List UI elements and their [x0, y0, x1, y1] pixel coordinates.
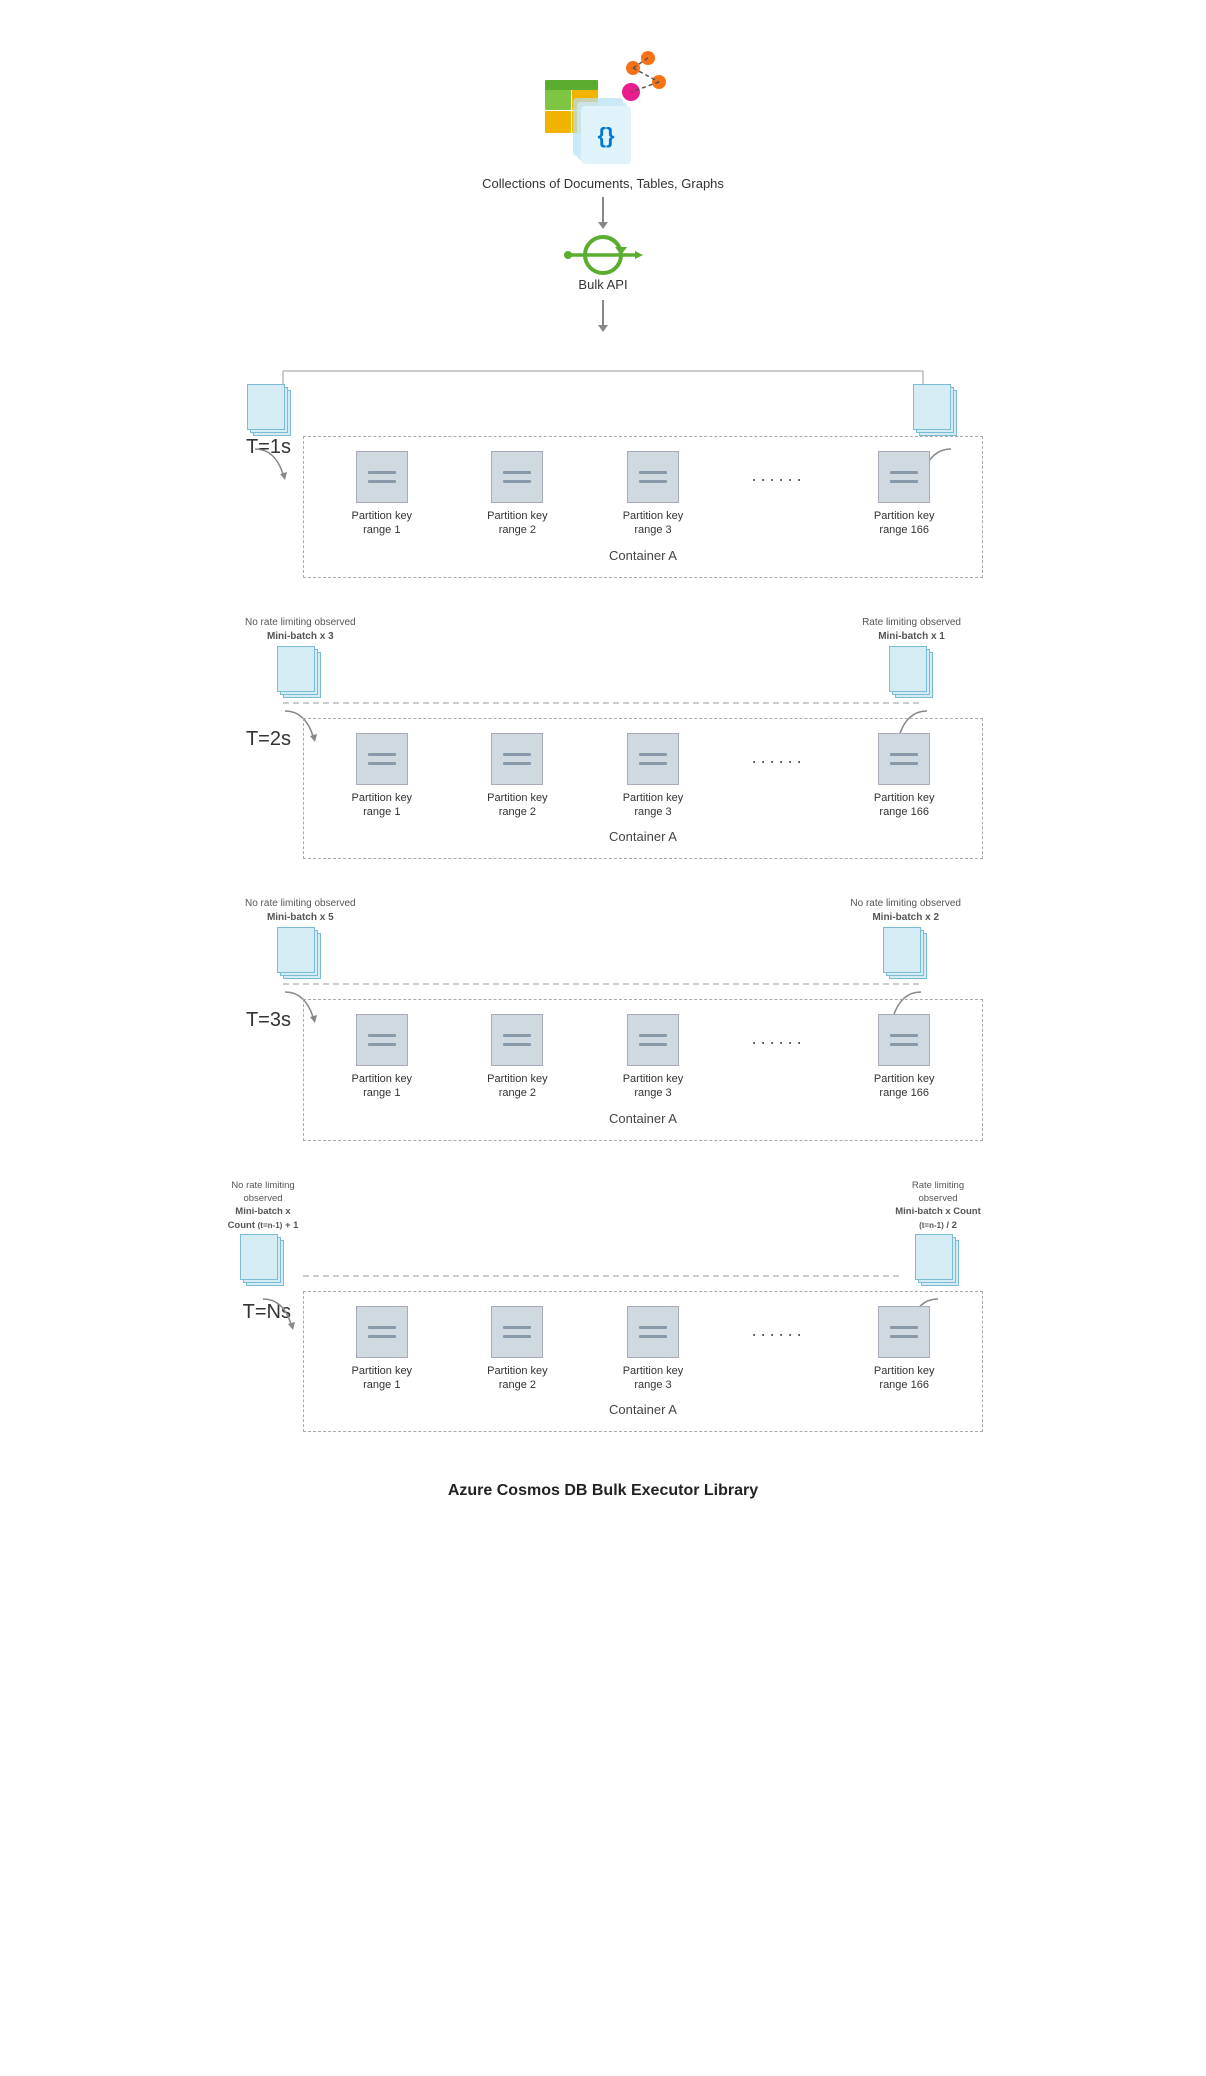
t2-left-batch-icon [277, 646, 323, 700]
t1-dots: ...... [744, 465, 814, 486]
footer-title: Azure Cosmos DB Bulk Executor Library [448, 1482, 758, 1500]
tN-right-info: Rate limiting observedMini-batch x Count… [893, 1179, 983, 1232]
t3-partition-3: Partition keyrange 3 [608, 1014, 698, 1101]
tN-partition-3: Partition keyrange 3 [608, 1306, 698, 1393]
t2-partition-2: Partition keyrange 2 [472, 733, 562, 820]
t1-container-label: Container A [314, 548, 972, 563]
t2-right-info: Rate limiting observedMini-batch x 1 [862, 616, 961, 644]
tN-partition-2: Partition keyrange 2 [472, 1306, 562, 1393]
t3-top-connector [223, 979, 983, 989]
collections-label: Collections of Documents, Tables, Graphs [482, 176, 724, 191]
tN-partition-166: Partition keyrange 166 [859, 1306, 949, 1393]
t3-left-info: No rate limiting observedMini-batch x 5 [245, 897, 356, 925]
t1-right-batch-icon [913, 384, 959, 438]
tN-left-arrow [253, 1294, 303, 1334]
arrow-collections-to-bulk [594, 197, 612, 229]
t3-right-info: No rate limiting observedMini-batch x 2 [850, 897, 961, 925]
t2-left-info: No rate limiting observedMini-batch x 3 [245, 616, 356, 644]
t1-row: T=1s Partition keyrange 1 Partition keyr… [223, 386, 983, 578]
t1-top-connector [223, 356, 983, 386]
t1-partitions: Partition keyrange 1 Partition keyrange … [314, 451, 972, 538]
t3-left-batch-icon [277, 927, 323, 981]
t3-container-label: Container A [314, 1111, 972, 1126]
section-t2: No rate limiting observedMini-batch x 3 … [203, 618, 1003, 860]
bulk-api-icon [563, 233, 643, 277]
t2-partition-3: Partition keyrange 3 [608, 733, 698, 820]
tN-partitions: Partition keyrange 1 Partition keyrange … [314, 1306, 972, 1393]
azure-collections-icon: {} [523, 40, 683, 170]
t2-partition-1: Partition keyrange 1 [337, 733, 427, 820]
top-icons-section: {} Collections of Documents, Tables, Gra… [482, 40, 724, 336]
t3-dots: ...... [744, 1028, 814, 1049]
t3-row: No rate limiting observedMini-batch x 5 … [223, 899, 983, 1141]
tN-container-label: Container A [314, 1402, 972, 1417]
tN-partition-1: Partition keyrange 1 [337, 1306, 427, 1393]
t3-partition-2: Partition keyrange 2 [472, 1014, 562, 1101]
section-t3: No rate limiting observedMini-batch x 5 … [203, 899, 1003, 1141]
t1-partition-1: Partition keyrange 1 [337, 451, 427, 538]
tN-left-info: No rate limiting observedMini-batch x Co… [223, 1179, 303, 1232]
tN-top-connector [223, 1271, 983, 1281]
svg-text:{}: {} [597, 123, 615, 148]
tN-dots: ...... [744, 1320, 814, 1341]
tN-row: No rate limiting observedMini-batch x Co… [223, 1181, 983, 1433]
t2-top-connector [223, 698, 983, 708]
t3-partition-166: Partition keyrange 166 [859, 1014, 949, 1101]
t1-left-batch-icon [247, 384, 293, 438]
t1-partition-166: Partition keyrange 166 [859, 451, 949, 538]
t3-partitions: Partition keyrange 1 Partition keyrange … [314, 1014, 972, 1101]
t1-partition-3: Partition keyrange 3 [608, 451, 698, 538]
t1-left-arrow [245, 444, 295, 484]
t2-dots: ...... [744, 747, 814, 768]
t2-partition-166: Partition keyrange 166 [859, 733, 949, 820]
section-tN: No rate limiting observedMini-batch x Co… [203, 1181, 1003, 1433]
t3-right-batch-icon [883, 927, 929, 981]
bulk-api-label: Bulk API [578, 277, 627, 292]
t3-partition-1: Partition keyrange 1 [337, 1014, 427, 1101]
t2-partitions: Partition keyrange 1 Partition keyrange … [314, 733, 972, 820]
t2-row: No rate limiting observedMini-batch x 3 … [223, 618, 983, 860]
t2-right-batch-icon [889, 646, 935, 700]
t1-partition-2: Partition keyrange 2 [472, 451, 562, 538]
arrow-bulk-to-t1 [594, 300, 612, 332]
t2-container-label: Container A [314, 829, 972, 844]
section-t1: T=1s Partition keyrange 1 Partition keyr… [203, 356, 1003, 578]
